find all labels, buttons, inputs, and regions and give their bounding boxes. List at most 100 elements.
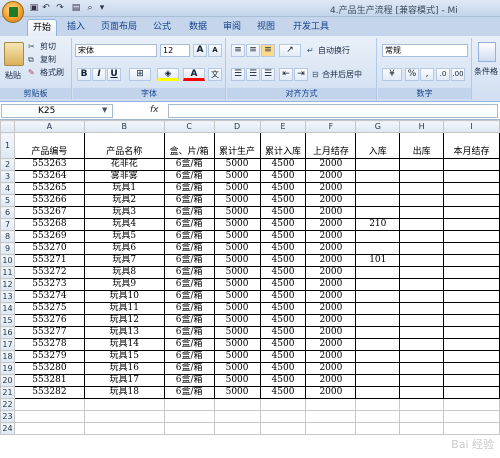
row-header[interactable]: 4 — [0, 182, 15, 195]
cell[interactable] — [443, 410, 500, 423]
column-header[interactable]: I — [443, 120, 500, 133]
column-header[interactable]: A — [13, 120, 85, 133]
row-header[interactable]: 2 — [0, 158, 15, 171]
cell[interactable] — [443, 350, 500, 363]
cell[interactable]: 玩具8 — [83, 266, 165, 279]
cell[interactable]: 2000 — [305, 302, 357, 315]
cell[interactable] — [213, 410, 261, 423]
cell[interactable]: 553271 — [13, 254, 85, 267]
cell[interactable] — [399, 338, 445, 351]
cell[interactable]: 6盒/箱 — [163, 254, 215, 267]
cell[interactable] — [443, 422, 500, 435]
merge-center-button[interactable]: 合并后居中 — [322, 69, 362, 81]
cell[interactable]: 4500 — [259, 314, 307, 327]
cell[interactable]: 553266 — [13, 194, 85, 207]
cell[interactable]: 2000 — [305, 362, 357, 375]
cell[interactable]: 4500 — [259, 218, 307, 231]
cell[interactable] — [443, 230, 500, 243]
cell[interactable] — [399, 386, 445, 399]
comma-button[interactable]: , — [420, 68, 434, 81]
row-header[interactable]: 1 — [0, 132, 15, 159]
cell[interactable] — [163, 410, 215, 423]
column-header[interactable]: B — [83, 120, 165, 133]
cell[interactable]: 2000 — [305, 218, 357, 231]
cell[interactable]: 553273 — [13, 278, 85, 291]
row-header[interactable]: 10 — [0, 254, 15, 267]
cell[interactable] — [399, 302, 445, 315]
cell[interactable]: 5000 — [213, 314, 261, 327]
align-right-icon[interactable]: ☰ — [261, 68, 275, 81]
cell[interactable]: 553270 — [13, 242, 85, 255]
cell[interactable] — [443, 182, 500, 195]
cell[interactable] — [355, 266, 401, 279]
conditional-format-button[interactable]: 条件格 — [474, 66, 498, 78]
header-cell[interactable]: 盒、片/箱 — [163, 132, 215, 159]
cell[interactable]: 玩具12 — [83, 314, 165, 327]
column-header[interactable]: D — [213, 120, 261, 133]
cell[interactable]: 2000 — [305, 326, 357, 339]
font-name-combo[interactable]: 宋体 — [75, 44, 157, 57]
row-header[interactable]: 22 — [0, 398, 15, 411]
format-painter-button[interactable]: 格式刷 — [40, 67, 64, 79]
align-top-icon[interactable]: ≡ — [231, 44, 245, 57]
cell[interactable]: 6盒/箱 — [163, 266, 215, 279]
cell[interactable] — [443, 158, 500, 171]
cell[interactable]: 5000 — [213, 170, 261, 183]
decrease-decimal-icon[interactable]: .00 — [451, 68, 465, 81]
row-header[interactable]: 14 — [0, 302, 15, 315]
tab-insert[interactable]: 插入 — [62, 19, 90, 36]
cell[interactable]: 553282 — [13, 386, 85, 399]
bold-button[interactable]: B — [77, 68, 91, 81]
cell[interactable] — [259, 398, 307, 411]
cell[interactable]: 5000 — [213, 182, 261, 195]
cell[interactable]: 2000 — [305, 242, 357, 255]
cell[interactable] — [305, 398, 357, 411]
cell[interactable] — [83, 422, 165, 435]
cell[interactable]: 553263 — [13, 158, 85, 171]
cell[interactable] — [443, 194, 500, 207]
number-format-combo[interactable]: 常规 — [382, 44, 468, 57]
open-icon[interactable]: ▤ — [70, 2, 82, 15]
save-icon[interactable]: ▣ — [28, 2, 40, 15]
cell[interactable] — [443, 362, 500, 375]
align-middle-icon[interactable]: ≡ — [246, 44, 260, 57]
cell[interactable] — [259, 422, 307, 435]
cell[interactable]: 4500 — [259, 182, 307, 195]
row-header[interactable]: 16 — [0, 326, 15, 339]
row-header[interactable]: 6 — [0, 206, 15, 219]
header-cell[interactable]: 入库 — [355, 132, 401, 159]
cell[interactable]: 2000 — [305, 266, 357, 279]
cell[interactable] — [355, 242, 401, 255]
underline-button[interactable]: U — [107, 68, 121, 81]
header-cell[interactable]: 本月结存 — [443, 132, 500, 159]
cell[interactable]: 2000 — [305, 254, 357, 267]
cell[interactable]: 玩具13 — [83, 326, 165, 339]
cell[interactable] — [355, 362, 401, 375]
cell[interactable]: 5000 — [213, 374, 261, 387]
cell[interactable]: 553272 — [13, 266, 85, 279]
cell[interactable]: 6盒/箱 — [163, 326, 215, 339]
cell[interactable]: 6盒/箱 — [163, 194, 215, 207]
row-header[interactable]: 18 — [0, 350, 15, 363]
wrap-text-button[interactable]: 自动换行 — [318, 45, 350, 57]
cell[interactable] — [399, 218, 445, 231]
cell[interactable]: 4500 — [259, 230, 307, 243]
cell[interactable] — [213, 422, 261, 435]
cell[interactable]: 玩具11 — [83, 302, 165, 315]
cell[interactable]: 4500 — [259, 362, 307, 375]
header-cell[interactable]: 产品名称 — [83, 132, 165, 159]
cell[interactable]: 玩具18 — [83, 386, 165, 399]
copy-button[interactable]: 复制 — [40, 54, 56, 66]
border-icon[interactable]: ⊞ — [129, 68, 151, 81]
cell[interactable] — [399, 170, 445, 183]
cell[interactable] — [443, 290, 500, 303]
align-left-icon[interactable]: ☰ — [231, 68, 245, 81]
tab-data[interactable]: 数据 — [184, 19, 212, 36]
cell[interactable] — [355, 422, 401, 435]
tab-developer[interactable]: 开发工具 — [288, 19, 334, 36]
name-box[interactable]: K25 — [1, 104, 113, 118]
cell[interactable]: 6盒/箱 — [163, 290, 215, 303]
cell[interactable]: 5000 — [213, 230, 261, 243]
cell[interactable]: 4500 — [259, 338, 307, 351]
header-cell[interactable]: 上月结存 — [305, 132, 357, 159]
